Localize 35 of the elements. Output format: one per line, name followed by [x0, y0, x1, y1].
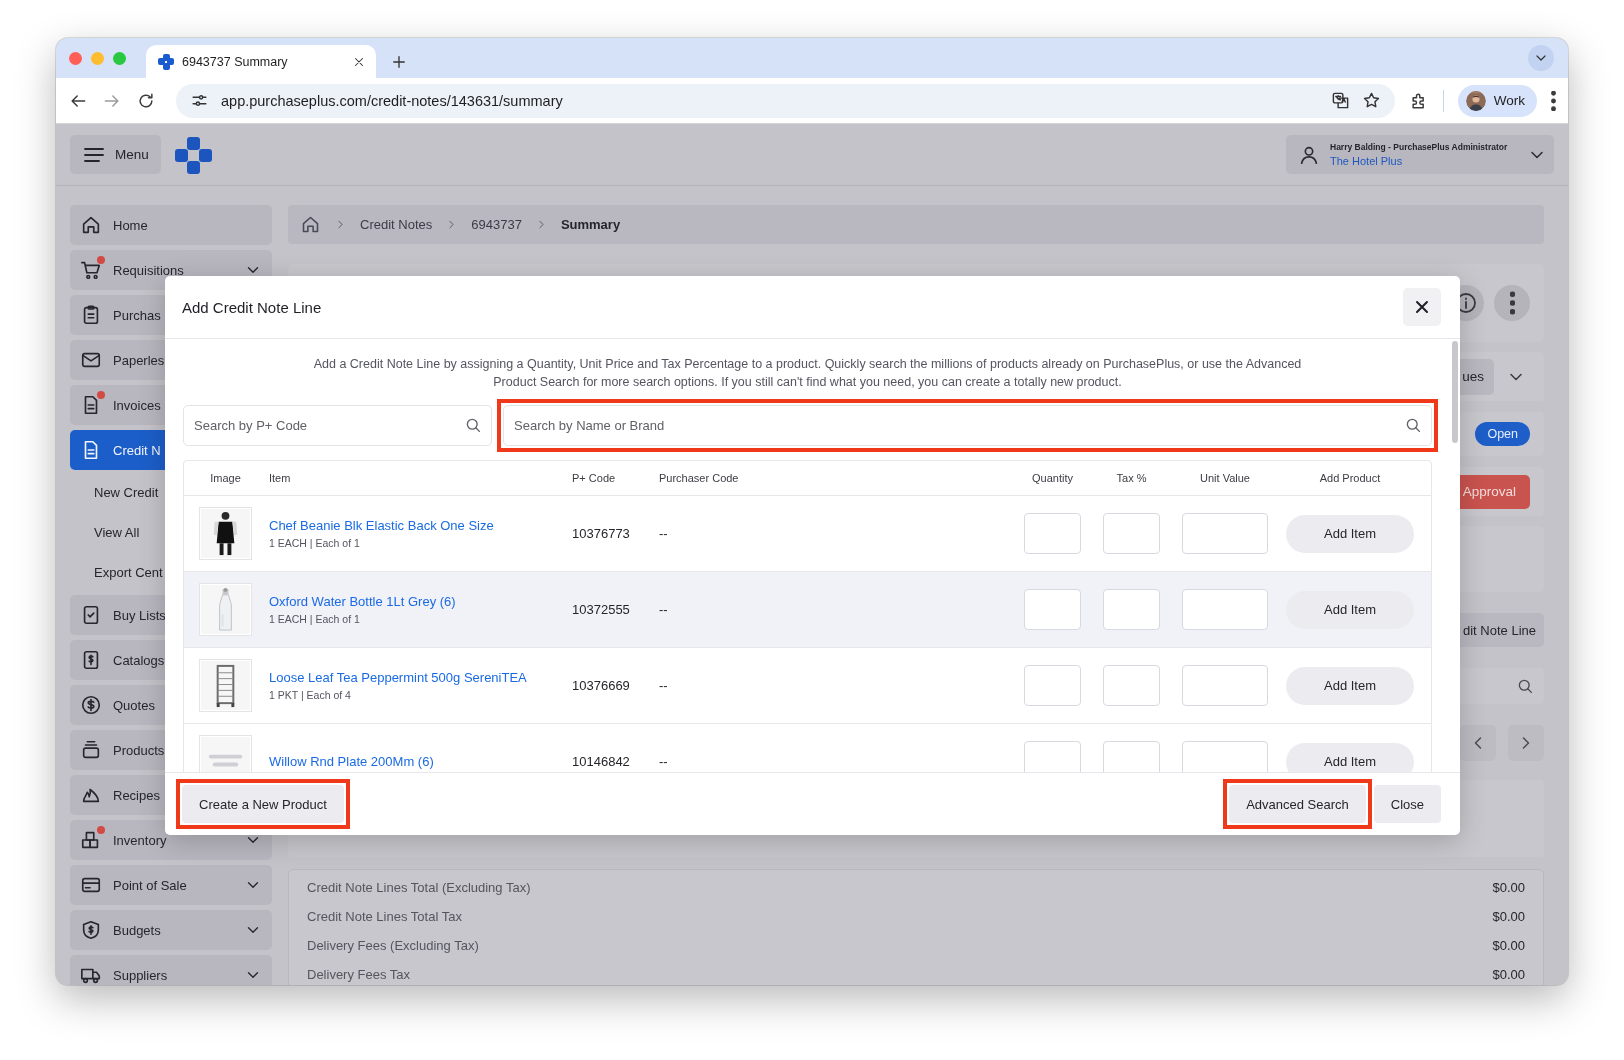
column-header: Add Product	[1318, 472, 1382, 484]
table-cell-text: --	[659, 526, 669, 541]
summary-label: Credit Note Lines Total (Excluding Tax)	[307, 879, 531, 897]
tab-title: 6943737 Summary	[182, 54, 289, 69]
column-header: Image	[209, 472, 242, 484]
summary-label: Credit Note Lines Total Tax	[307, 908, 462, 926]
pack-size: 1 PKT | Each of 4	[269, 689, 352, 701]
column-header: Quantity	[1031, 472, 1074, 484]
summary-value: $0.00	[1492, 908, 1525, 926]
table-cell-text: 10376669	[572, 678, 631, 693]
column-header: Tax %	[1115, 472, 1148, 484]
pack-size: 1 EACH | Each of 1	[269, 613, 361, 625]
url-text: app.purchaseplus.com/credit-notes/143631/summary	[221, 92, 563, 109]
dialog-description: Add a Credit Note Line by assigning a Quantity, Unit Price and Tax Percentage to a product. Quickly search the millions of products already on PurchasePlus, or use the Advanced Product Search for more search options. If you still can't find what you need, you can create a totally new product.	[312, 356, 1303, 391]
organisation-name: The Hotel Plus	[1330, 155, 1404, 167]
column-header: Item	[269, 472, 292, 484]
status-badge: Open	[1475, 422, 1530, 446]
breadcrumb-current: Summary	[560, 217, 621, 232]
table-cell-text: --	[659, 678, 669, 693]
table-cell-text: 10376773	[572, 526, 631, 541]
pack-size: 1 EACH | Each of 1	[269, 537, 361, 549]
column-header: P+ Code	[572, 472, 617, 484]
column-header: Unit Value	[1199, 472, 1251, 484]
table-cell-text: --	[659, 602, 669, 617]
summary-value: $0.00	[1492, 879, 1525, 897]
table-cell-text: 10146842	[572, 754, 631, 769]
column-header: Purchaser Code	[659, 472, 740, 484]
summary-label: Delivery Fees Tax	[307, 966, 411, 984]
table-cell-text: 10372555	[572, 602, 631, 617]
summary-value: $0.00	[1492, 966, 1525, 984]
summary-label: Delivery Fees (Excluding Tax)	[307, 937, 479, 955]
user-name: Harry Balding - PurchasePlus Administrator	[1330, 142, 1508, 152]
table-cell-text: --	[659, 754, 669, 769]
summary-value: $0.00	[1492, 937, 1525, 955]
dialog-title: Add Credit Note Line	[182, 298, 322, 316]
